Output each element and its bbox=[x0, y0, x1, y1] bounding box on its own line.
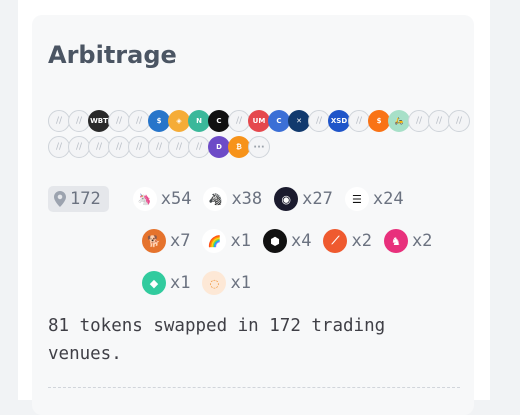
placeholder-token-icon[interactable]: // bbox=[68, 136, 90, 158]
panel: Arbitrage ////WBT////$ ◈ N C//UM C ✕//XSD//$ 🛵… bbox=[18, 0, 490, 415]
venue-count: x7 bbox=[170, 231, 191, 251]
placeholder-token-icon[interactable]: // bbox=[148, 136, 170, 158]
scooter-token-icon[interactable]: 🛵 bbox=[388, 110, 410, 132]
sushi-venue[interactable]: ⟋ x2 bbox=[323, 229, 372, 253]
venue-total-count: 172 bbox=[70, 189, 101, 209]
divider bbox=[48, 387, 460, 388]
bitcoin-token-icon[interactable]: ₿ bbox=[228, 136, 250, 158]
dai-token-icon[interactable]: ◈ bbox=[168, 110, 190, 132]
kyber-venue[interactable]: ◆ x1 bbox=[142, 271, 190, 295]
rainbow-venue-icon: 🌈 bbox=[202, 229, 227, 253]
near-token-icon[interactable]: N bbox=[188, 110, 210, 132]
venue-row: 🐕 x7 🌈 x1 ⬢ x4 ⟋ x2 ♞ x2 bbox=[48, 227, 468, 255]
placeholder-token-icon[interactable]: // bbox=[308, 110, 330, 132]
location-pin-icon bbox=[54, 191, 66, 207]
venue-count: x1 bbox=[170, 273, 191, 293]
d-token-icon[interactable]: D bbox=[208, 136, 230, 158]
venue-list: 172 🦄 x54 🦓 x38 ◉ x27 ☰ x24 🐕 x7 🌈 x1 ⬢ x4 ⟋ x2 ♞ x2 ◆ x1 ◌ x1 bbox=[48, 185, 468, 311]
x-token-icon[interactable]: ✕ bbox=[288, 110, 310, 132]
blue-c-token-icon[interactable]: C bbox=[268, 110, 290, 132]
summary-text: 81 tokens swapped in 172 trading venues. bbox=[48, 316, 386, 364]
venue-row: 172 🦄 x54 🦓 x38 ◉ x27 ☰ x24 bbox=[48, 185, 468, 213]
rainbow-venue[interactable]: 🌈 x1 bbox=[202, 229, 251, 253]
placeholder-token-icon[interactable]: // bbox=[68, 110, 90, 132]
placeholder-token-icon[interactable]: // bbox=[88, 136, 110, 158]
arbitrage-card: Arbitrage ////WBT////$ ◈ N C//UM C ✕//XSD//$ 🛵… bbox=[32, 15, 474, 415]
token-icon-list: ////WBT////$ ◈ N C//UM C ✕//XSD//$ 🛵//////////… bbox=[48, 109, 470, 161]
card-title: Arbitrage bbox=[48, 41, 177, 69]
stack-venue[interactable]: ☰ x24 bbox=[344, 187, 404, 211]
token-row: ////////////////D ₿ ··· bbox=[48, 135, 468, 159]
sushi-venue-icon: ⟋ bbox=[323, 229, 348, 253]
bancor-venue[interactable]: ⬢ x4 bbox=[262, 229, 312, 253]
venue-total-badge: 172 bbox=[48, 186, 109, 212]
placeholder-token-icon[interactable]: // bbox=[448, 110, 470, 132]
placeholder-token-icon[interactable]: // bbox=[128, 136, 150, 158]
shiba-venue[interactable]: 🐕 x7 bbox=[142, 229, 190, 253]
stack-venue-icon: ☰ bbox=[344, 187, 369, 211]
venue-count: x2 bbox=[411, 231, 433, 251]
swirl-venue-icon: ◌ bbox=[202, 271, 227, 295]
pink-venue-icon: ♞ bbox=[383, 229, 408, 253]
token-c-icon[interactable]: C bbox=[208, 110, 230, 132]
placeholder-token-icon[interactable]: // bbox=[188, 136, 210, 158]
red-token-icon[interactable]: UM bbox=[248, 110, 270, 132]
xsgd-token-icon[interactable]: XSD bbox=[328, 110, 350, 132]
venue-count: x2 bbox=[351, 231, 372, 251]
colorful-token-icon[interactable]: $ bbox=[368, 110, 390, 132]
placeholder-token-icon[interactable]: // bbox=[408, 110, 430, 132]
venue-count: x24 bbox=[372, 189, 404, 209]
placeholder-token-icon[interactable]: // bbox=[108, 136, 130, 158]
uniswap-venue-icon: 🦄 bbox=[132, 187, 157, 211]
more-tokens-icon[interactable]: ··· bbox=[248, 136, 270, 158]
venue-count: x1 bbox=[230, 231, 251, 251]
venue-count: x54 bbox=[160, 189, 192, 209]
placeholder-token-icon[interactable]: // bbox=[168, 136, 190, 158]
venue-count: x38 bbox=[231, 189, 263, 209]
token-row: ////WBT////$ ◈ N C//UM C ✕//XSD//$ 🛵////// bbox=[48, 109, 470, 133]
uniswap-venue[interactable]: 🦄 x54 bbox=[132, 187, 192, 211]
venue-count: x1 bbox=[230, 273, 251, 293]
venue-count: x27 bbox=[302, 189, 333, 209]
swirl-venue[interactable]: ◌ x1 bbox=[202, 271, 251, 295]
unicorn-venue-icon: 🦓 bbox=[203, 187, 228, 211]
shiba-venue-icon: 🐕 bbox=[142, 229, 166, 253]
pink-venue[interactable]: ♞ x2 bbox=[383, 229, 433, 253]
placeholder-token-icon[interactable]: // bbox=[428, 110, 450, 132]
wbt-token-icon[interactable]: WBT bbox=[88, 110, 110, 132]
pancake-venue[interactable]: ◉ x27 bbox=[274, 187, 333, 211]
pancake-venue-icon: ◉ bbox=[274, 187, 299, 211]
placeholder-token-icon[interactable]: // bbox=[108, 110, 130, 132]
placeholder-token-icon[interactable]: // bbox=[228, 110, 250, 132]
placeholder-token-icon[interactable]: // bbox=[128, 110, 150, 132]
placeholder-token-icon[interactable]: // bbox=[348, 110, 370, 132]
unicorn-venue[interactable]: 🦓 x38 bbox=[203, 187, 262, 211]
venue-count: x4 bbox=[290, 231, 312, 251]
bancor-venue-icon: ⬢ bbox=[262, 229, 287, 253]
placeholder-token-icon[interactable]: // bbox=[48, 110, 70, 132]
placeholder-token-icon[interactable]: // bbox=[48, 136, 70, 158]
kyber-venue-icon: ◆ bbox=[142, 271, 166, 295]
usdc-token-icon[interactable]: $ bbox=[148, 110, 170, 132]
venue-row: ◆ x1 ◌ x1 bbox=[48, 269, 468, 297]
